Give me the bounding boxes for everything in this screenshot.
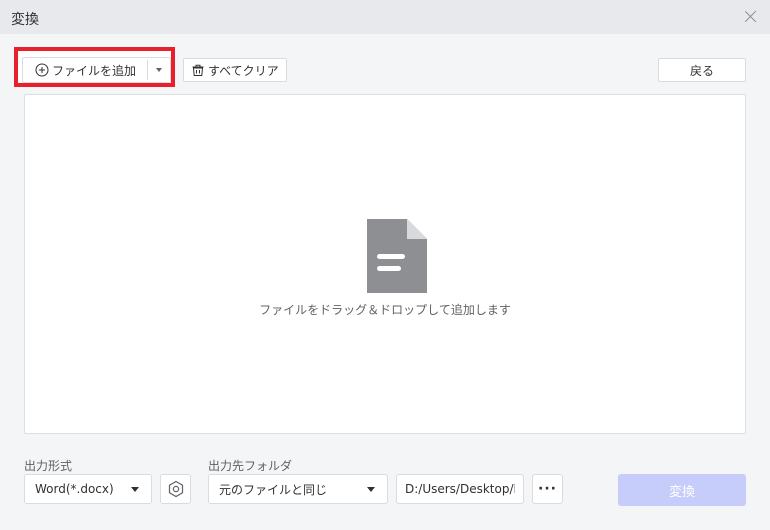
file-drop-zone[interactable]: ファイルをドラッグ＆ドロップして追加します	[24, 94, 746, 434]
clear-all-label: すべてクリア	[208, 63, 279, 78]
add-file-label: ファイルを追加	[52, 63, 137, 78]
convert-label: 変換	[668, 484, 695, 500]
more-dots-icon: ···	[538, 481, 557, 497]
back-button[interactable]: 戻る	[658, 58, 746, 82]
output-folder-label: 出力先フォルダ	[208, 459, 293, 473]
add-file-dropdown-button[interactable]	[148, 58, 170, 82]
add-file-button[interactable]: ファイルを追加	[23, 58, 147, 82]
output-format-value: Word(*.docx)	[35, 482, 114, 496]
add-file-button-group: ファイルを追加	[22, 57, 171, 83]
output-format-label: 出力形式	[24, 459, 73, 473]
close-icon[interactable]	[742, 8, 760, 26]
chevron-down-icon	[367, 487, 375, 492]
title-bar: 変換	[0, 0, 770, 34]
settings-hexagon-icon	[168, 480, 183, 498]
back-label: 戻る	[689, 63, 714, 78]
browse-folder-button[interactable]: ···	[532, 474, 563, 504]
output-folder-mode: 元のファイルと同じ	[219, 482, 328, 497]
output-folder-select[interactable]: 元のファイルと同じ	[208, 474, 388, 504]
format-settings-button[interactable]	[160, 474, 191, 504]
drop-hint-text: ファイルをドラッグ＆ドロップして追加します	[259, 303, 511, 317]
output-format-select[interactable]: Word(*.docx)	[24, 474, 152, 504]
chevron-down-icon	[131, 487, 139, 492]
trash-icon	[192, 64, 204, 76]
window-title: 変換	[11, 12, 39, 28]
clear-all-button[interactable]: すべてクリア	[183, 58, 287, 82]
file-document-icon	[367, 219, 427, 293]
dropdown-caret-icon	[156, 68, 162, 72]
plus-circle-icon	[35, 63, 49, 77]
convert-button[interactable]: 変換	[618, 474, 746, 506]
output-path-field[interactable]	[396, 474, 524, 504]
